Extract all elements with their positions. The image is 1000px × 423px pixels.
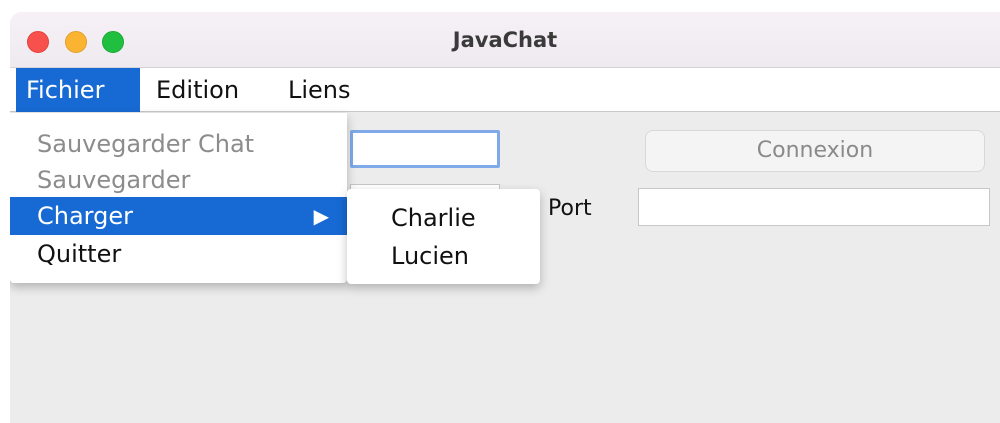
window-title: JavaChat [452, 28, 558, 52]
charger-submenu: Charlie Lucien [347, 189, 540, 284]
port-input[interactable] [638, 188, 990, 226]
menu-item-charger[interactable]: Charger ▶ [10, 197, 347, 235]
title-bar[interactable]: JavaChat [10, 12, 1000, 68]
fichier-dropdown-menu: Sauvegarder Chat Sauvegarder Charger ▶ Q… [10, 113, 347, 283]
app-window: JavaChat Fichier Edition Liens Connexion… [10, 12, 1000, 423]
menu-item-quitter[interactable]: Quitter [10, 235, 347, 273]
menu-item-sauvegarder: Sauvegarder [37, 166, 191, 194]
connexion-button[interactable]: Connexion [645, 130, 985, 172]
submenu-item-lucien[interactable]: Lucien [347, 237, 540, 275]
name-input[interactable] [350, 130, 500, 168]
menu-item-charger-label: Charger [37, 202, 133, 230]
port-label: Port [548, 196, 592, 221]
menu-bar: Fichier Edition Liens [10, 68, 1000, 112]
menu-edition[interactable]: Edition [146, 68, 249, 112]
submenu-item-charlie[interactable]: Charlie [347, 199, 540, 237]
menu-fichier[interactable]: Fichier [16, 68, 140, 112]
menu-item-sauvegarder-chat: Sauvegarder Chat [37, 130, 255, 158]
submenu-arrow-icon: ▶ [313, 204, 329, 228]
menu-liens[interactable]: Liens [278, 68, 361, 112]
